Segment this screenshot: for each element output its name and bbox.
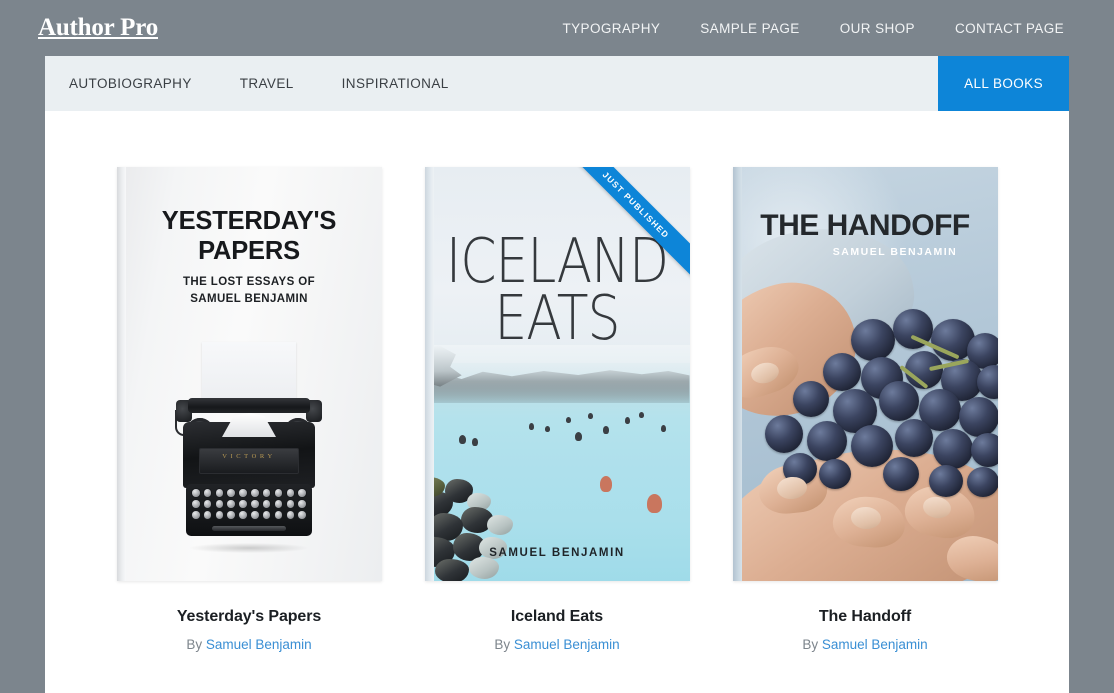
book-cover-yesterdays-papers[interactable]: YESTERDAY'S PAPERS THE LOST ESSAYS OF SA… (116, 167, 382, 581)
lava-rocks (424, 463, 567, 581)
book-cover-iceland-eats[interactable]: ICELAND EATS SAMUEL BENJAMIN JUST PUBLIS… (424, 167, 690, 581)
nav-item-sample-page[interactable]: SAMPLE PAGE (700, 21, 799, 36)
site-brand-logo[interactable]: Author Pro (38, 14, 158, 42)
typewriter-brand-label: VICTORY (222, 453, 276, 460)
book-cover-the-handoff[interactable]: THE HANDOFF SAMUEL BENJAMIN (732, 167, 998, 581)
cover-title-iceland-eats: ICELAND EATS (445, 226, 669, 354)
site-header: Author Pro TYPOGRAPHY SAMPLE PAGE OUR SH… (0, 0, 1114, 56)
book-grid: YESTERDAY'S PAPERS THE LOST ESSAYS OF SA… (45, 111, 1069, 652)
book-title-yesterdays-papers[interactable]: Yesterday's Papers (117, 608, 382, 626)
nav-item-typography[interactable]: TYPOGRAPHY (563, 21, 661, 36)
category-links: AUTOBIOGRAPHY TRAVEL INSPIRATIONAL (45, 56, 449, 111)
book-byline: By Samuel Benjamin (425, 637, 690, 652)
category-item-autobiography[interactable]: AUTOBIOGRAPHY (69, 76, 192, 91)
category-item-travel[interactable]: TRAVEL (240, 76, 294, 91)
by-prefix: By (802, 637, 819, 652)
cover-title-the-handoff: THE HANDOFF (760, 209, 970, 242)
cover-author-credit: SAMUEL BENJAMIN (489, 547, 625, 559)
author-link[interactable]: Samuel Benjamin (514, 637, 620, 652)
book-caption: Iceland Eats By Samuel Benjamin (425, 581, 690, 652)
by-prefix: By (186, 637, 203, 652)
nav-item-our-shop[interactable]: OUR SHOP (840, 21, 915, 36)
all-books-button[interactable]: ALL BOOKS (938, 56, 1069, 111)
category-item-inspirational[interactable]: INSPIRATIONAL (342, 76, 449, 91)
book-byline: By Samuel Benjamin (733, 637, 998, 652)
book-card-iceland-eats: ICELAND EATS SAMUEL BENJAMIN JUST PUBLIS… (424, 167, 690, 652)
content-container: AUTOBIOGRAPHY TRAVEL INSPIRATIONAL ALL B… (45, 56, 1069, 693)
primary-navigation: TYPOGRAPHY SAMPLE PAGE OUR SHOP CONTACT … (563, 21, 1065, 36)
book-card-the-handoff: THE HANDOFF SAMUEL BENJAMIN The Handoff … (732, 167, 998, 652)
cover-title-yesterdays-papers: YESTERDAY'S PAPERS (161, 207, 337, 265)
cover-author-credit: SAMUEL BENJAMIN (832, 246, 958, 258)
nav-item-contact-page[interactable]: CONTACT PAGE (955, 21, 1064, 36)
steam-mist (424, 345, 690, 403)
cover-subtitle-yesterdays-papers: THE LOST ESSAYS OF SAMUEL BENJAMIN (182, 276, 316, 306)
book-caption: The Handoff By Samuel Benjamin (733, 581, 998, 652)
by-prefix: By (494, 637, 511, 652)
book-card-yesterdays-papers: YESTERDAY'S PAPERS THE LOST ESSAYS OF SA… (116, 167, 382, 652)
author-link[interactable]: Samuel Benjamin (822, 637, 928, 652)
book-caption: Yesterday's Papers By Samuel Benjamin (117, 581, 382, 652)
book-byline: By Samuel Benjamin (117, 637, 382, 652)
book-title-iceland-eats[interactable]: Iceland Eats (425, 608, 690, 626)
book-title-the-handoff[interactable]: The Handoff (733, 608, 998, 626)
typewriter-illustration: VICTORY (174, 342, 324, 553)
author-link[interactable]: Samuel Benjamin (206, 637, 312, 652)
category-navigation: AUTOBIOGRAPHY TRAVEL INSPIRATIONAL ALL B… (45, 56, 1069, 111)
